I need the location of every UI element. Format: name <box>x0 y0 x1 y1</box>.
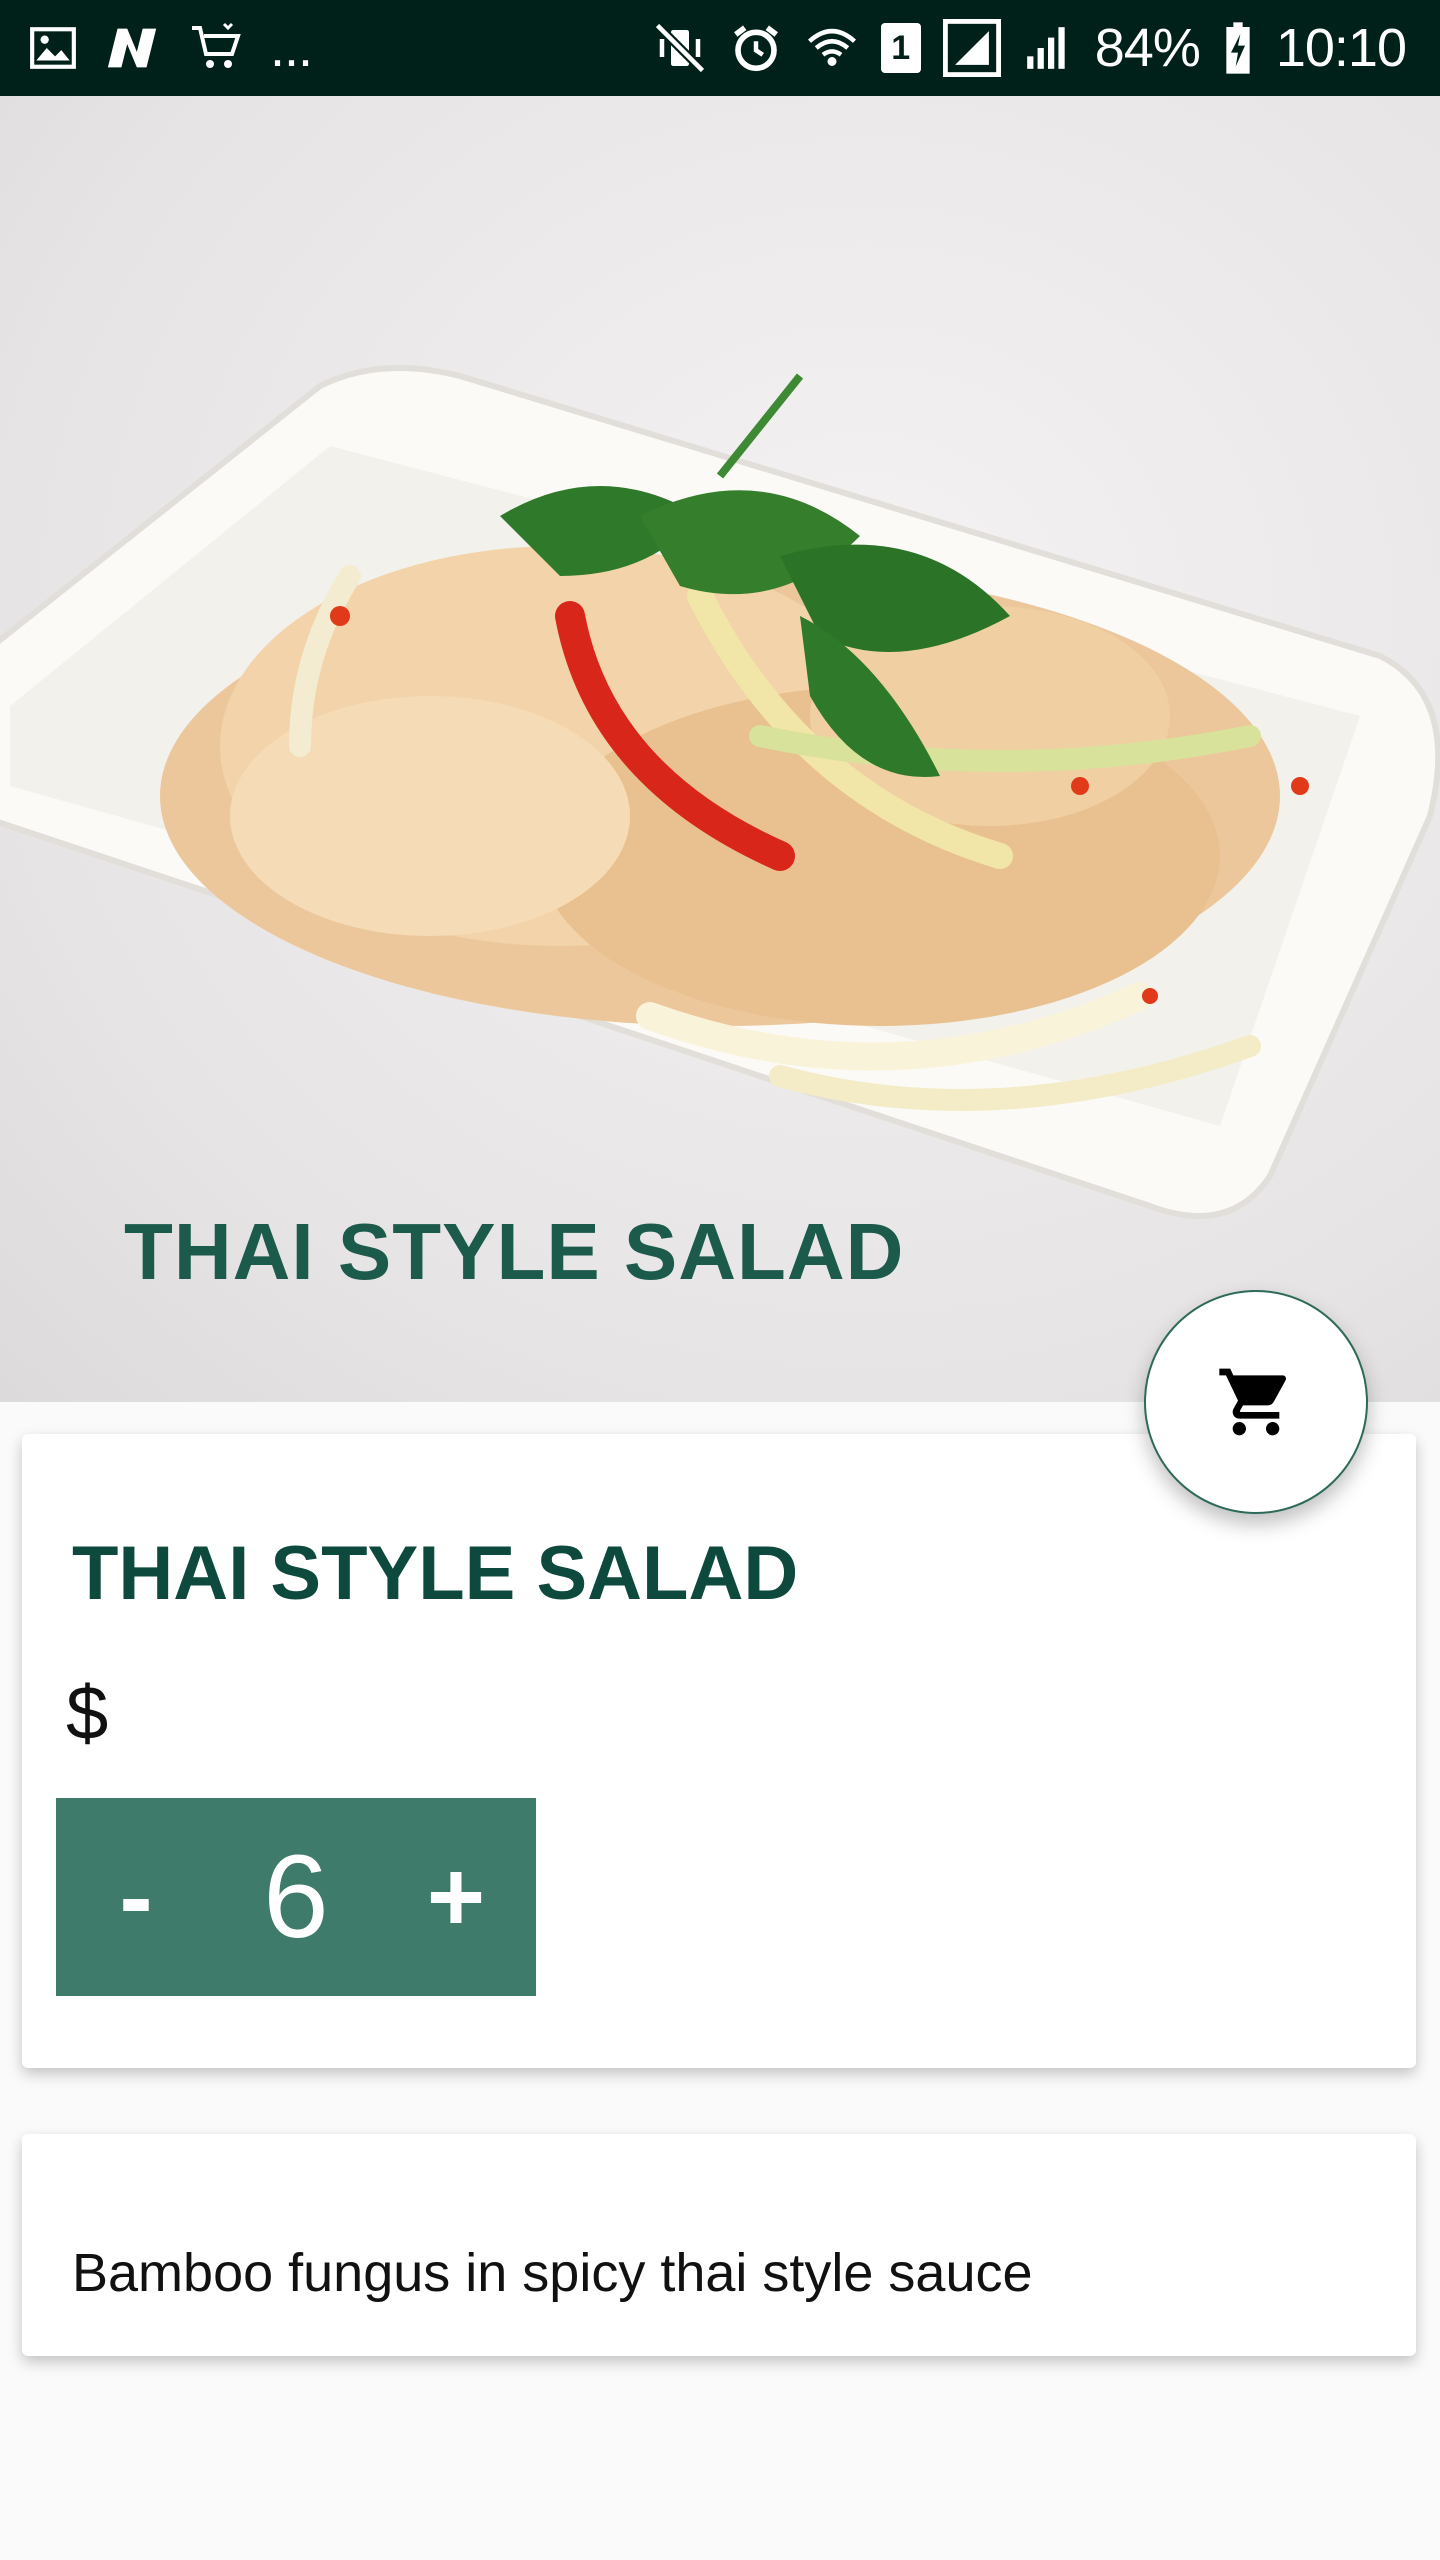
cart-icon <box>1219 1368 1287 1436</box>
sim-slot-label: 1 <box>891 28 911 67</box>
add-to-cart-button[interactable] <box>1144 1290 1368 1514</box>
signal-icon <box>1026 27 1065 69</box>
cart-app-icon <box>192 22 241 68</box>
item-info-card: THAI STYLE SALAD $ - 6 + <box>22 1434 1416 2068</box>
clock: 10:10 <box>1275 18 1407 78</box>
quantity-stepper: - 6 + <box>56 1798 536 1996</box>
signal-box-icon <box>942 19 1001 77</box>
item-name: THAI STYLE SALAD <box>72 1531 799 1616</box>
alarm-icon <box>733 25 778 72</box>
increase-quantity-button[interactable]: + <box>376 1798 536 1996</box>
image-icon <box>30 27 76 69</box>
status-bar: ... 1 84% 10:10 <box>0 0 1440 96</box>
hero-image: THAI STYLE SALAD <box>0 96 1440 1402</box>
item-price: $ <box>66 1671 109 1756</box>
sim-icon: 1 <box>880 23 921 73</box>
wifi-icon <box>807 28 856 66</box>
vibrate-mute-icon <box>654 22 706 74</box>
quantity-value: 6 <box>263 1831 329 1963</box>
battery-charging-icon <box>1226 22 1250 74</box>
more-notifications-text: ... <box>270 18 313 78</box>
decrease-quantity-button[interactable]: - <box>56 1798 216 1996</box>
hero-title: THAI STYLE SALAD <box>124 1207 905 1296</box>
item-description: Bamboo fungus in spicy thai style sauce <box>72 2243 1033 2303</box>
description-card: Bamboo fungus in spicy thai style sauce <box>22 2134 1416 2356</box>
battery-percent: 84% <box>1094 18 1201 78</box>
n-app-icon <box>107 28 157 68</box>
